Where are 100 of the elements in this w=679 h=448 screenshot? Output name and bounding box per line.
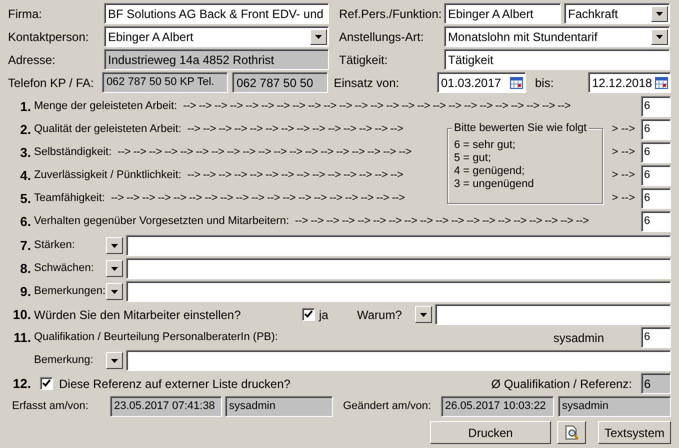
readonly-field: Industrieweg 14a 4852 Rothrist <box>104 49 329 70</box>
magnifier-page-icon <box>564 424 580 440</box>
item-number: 2. <box>19 120 32 139</box>
checkmark-icon <box>42 379 51 388</box>
rating-label: Qualität der geleisteten Arbeit: <box>34 122 182 138</box>
arrow-line: --> --> --> --> --> --> --> --> --> --> --> --> --> --> --> --> --> --> --> <box>110 191 405 206</box>
field-label: bis: <box>535 74 555 92</box>
dropdown-button[interactable] <box>415 306 432 323</box>
rating-label: Zuverlässigkeit / Pünktlichkeit: <box>34 168 182 184</box>
checkbox[interactable] <box>302 308 315 321</box>
average-label: Ø Qualifikation / Referenz: <box>491 376 632 392</box>
caret-icon <box>315 34 322 38</box>
arrow-line: --> --> --> --> --> --> --> --> --> --> --> --> --> --> <box>187 168 404 184</box>
dropdown-button[interactable] <box>106 260 123 277</box>
caret-icon <box>656 34 663 38</box>
comment-field[interactable] <box>126 350 671 371</box>
caret-icon <box>111 244 118 248</box>
arrow-line: --> --> --> --> --> --> --> --> --> --> --> --> --> --> <box>187 122 404 138</box>
item-number: 11. <box>12 328 32 347</box>
item-number: 3. <box>19 144 32 162</box>
readonly-field: 26.05.2017 10:03:22 <box>441 396 554 417</box>
dropdown-field[interactable]: Fachkraft <box>564 3 670 24</box>
dropdown-button[interactable] <box>651 28 668 44</box>
rating-field[interactable]: 6 <box>641 188 671 209</box>
field-label: Einsatz von: <box>334 74 400 92</box>
checkmark-icon <box>304 310 313 319</box>
field-label: Warum? <box>357 306 403 324</box>
caret-icon <box>656 12 663 16</box>
item-number: 1. <box>19 98 32 116</box>
user-name: sysadmin <box>553 330 604 346</box>
comment-label: Schwächen: <box>34 261 95 276</box>
rating-field[interactable]: 6 <box>641 211 671 232</box>
rating-field[interactable]: 6 <box>641 119 671 140</box>
dropdown-button[interactable] <box>106 237 123 254</box>
rating-label: Selbständigkeit: <box>34 145 112 160</box>
readonly-field: 23.05.2017 07:41:38 <box>110 396 222 417</box>
date-field[interactable]: 01.03.2017 <box>437 72 526 93</box>
qualification-field[interactable]: 6 <box>641 327 671 348</box>
dropdown-field[interactable]: Ebinger A Albert <box>104 26 329 47</box>
comment-field[interactable] <box>126 235 671 256</box>
average-field: 6 <box>641 373 671 394</box>
field-label: Anstellungs-Art: <box>339 28 425 46</box>
item-number: 6. <box>19 212 32 231</box>
readonly-field: sysadmin <box>225 396 333 417</box>
arrow-line: > --> <box>612 145 635 160</box>
date-field[interactable]: 12.12.2018 <box>588 72 671 93</box>
field-label: Geändert am/von: <box>343 399 432 414</box>
question-text: Würden Sie den Mitarbeiter einstellen? <box>34 306 242 324</box>
qualification-label: Qualifikation / Beurteilung PersonalberaterIn (PB): <box>34 330 278 346</box>
dropdown-button[interactable] <box>310 28 327 44</box>
comment-field[interactable] <box>126 258 671 279</box>
readonly-field: 062 787 50 50 <box>232 72 328 93</box>
comment-field[interactable] <box>126 281 671 302</box>
caret-icon <box>111 358 118 362</box>
dropdown-button[interactable] <box>106 283 123 300</box>
rating-label: Menge der geleisteten Arbeit: <box>34 99 178 114</box>
item-number: 12. <box>12 374 32 393</box>
dropdown-button[interactable] <box>651 6 668 22</box>
comment-label: Stärken: <box>34 238 76 254</box>
legend-line: 6 = sehr gut; <box>454 139 516 152</box>
arrow-line: > --> <box>612 122 635 138</box>
rating-label: Teamfähigkeit: <box>34 191 105 206</box>
rating-field[interactable]: 6 <box>641 96 671 117</box>
action-button[interactable]: Drucken <box>430 421 551 444</box>
caret-icon <box>420 312 427 316</box>
reason-field[interactable] <box>435 304 671 325</box>
legend-line: 4 = genügend; <box>454 165 526 178</box>
checkbox-label: ja <box>319 306 330 324</box>
field-label: Telefon KP / FA: <box>8 74 95 92</box>
field-label: Adresse: <box>8 52 56 68</box>
text-field[interactable]: Tätigkeit <box>444 49 670 70</box>
arrow-line: > --> <box>612 191 635 206</box>
item-number: 9. <box>19 282 32 301</box>
checkbox[interactable] <box>40 377 53 390</box>
comment-label: Bemerkung: <box>34 353 94 368</box>
caret-icon <box>111 266 118 270</box>
rating-field[interactable]: 6 <box>641 165 671 186</box>
readonly-field: sysadmin <box>558 396 671 417</box>
calendar-icon <box>510 76 523 88</box>
legend-title: Bitte bewerten Sie wie folgt <box>452 122 589 135</box>
rating-field[interactable]: 6 <box>641 142 671 163</box>
dropdown-field[interactable]: Monatslohn mit Stundentarif <box>444 26 670 47</box>
field-label: Erfasst am/von: <box>11 399 90 414</box>
text-field[interactable]: Ebinger A Albert <box>444 3 561 24</box>
item-number: 7. <box>19 236 32 255</box>
item-number: 10. <box>12 306 32 324</box>
readonly-field: 062 787 50 50 KP Tel. <box>102 72 228 93</box>
field-label: Tätigkeit: <box>339 52 389 68</box>
rating-label: Verhalten gegenüber Vorgesetzten und Mitarbeitern: <box>34 214 290 230</box>
arrow-line: --> --> --> --> --> --> --> --> --> --> --> --> --> --> --> --> --> --> --> --> --> --> --> --> --> <box>183 99 570 114</box>
arrow-line: --> --> --> --> --> --> --> --> --> --> --> --> --> --> --> --> --> --> --> <box>295 214 589 230</box>
item-number: 4. <box>19 166 32 185</box>
comment-label: Bemerkungen: <box>34 284 106 300</box>
arrow-line: --> --> --> --> --> --> --> --> --> --> --> --> --> --> --> --> --> --> --> <box>118 145 412 160</box>
checkbox-label: Diese Referenz auf externer Liste drucken? <box>59 376 290 392</box>
item-number: 8. <box>19 260 32 278</box>
preview-button[interactable] <box>557 421 586 444</box>
text-field[interactable]: BF Solutions AG Back & Front EDV- und <box>104 3 329 24</box>
dropdown-button[interactable] <box>106 352 123 369</box>
action-button[interactable]: Textsystem <box>598 421 671 444</box>
